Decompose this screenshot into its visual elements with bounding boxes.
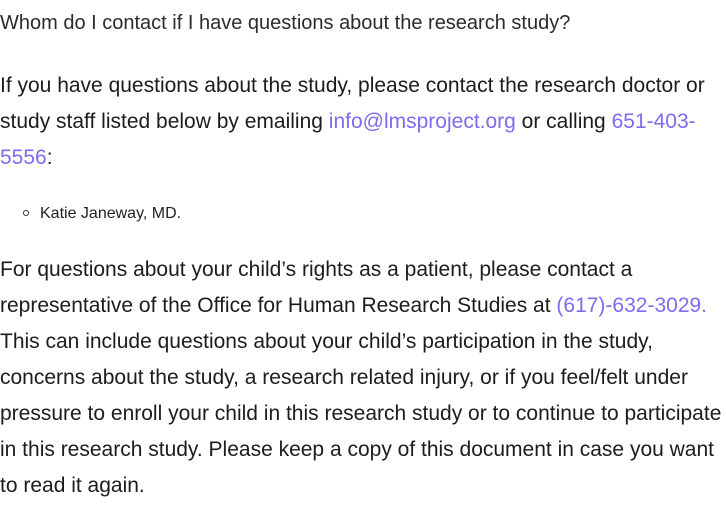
ohrs-phone-link[interactable]: (617)-632-3029.	[556, 294, 707, 317]
list-item: Katie Janeway, MD.	[0, 200, 181, 228]
contact-list: Katie Janeway, MD.	[0, 200, 181, 228]
contact-paragraph-colon: :	[46, 146, 53, 169]
rights-paragraph: For questions about your child’s rights …	[0, 252, 726, 504]
rights-paragraph-text: For questions about your child’s rights …	[0, 258, 633, 317]
contact-paragraph-or: or calling	[515, 110, 612, 133]
contact-name: Katie Janeway, MD.	[40, 205, 182, 222]
question-heading: Whom do I contact if I have questions ab…	[0, 12, 571, 34]
contact-paragraph: If you have questions about the study, p…	[0, 68, 726, 176]
email-link[interactable]: info@lmsproject.org	[329, 110, 516, 133]
circle-bullet-icon	[23, 210, 29, 216]
rights-paragraph-rest: This can include questions about your ch…	[0, 330, 722, 497]
